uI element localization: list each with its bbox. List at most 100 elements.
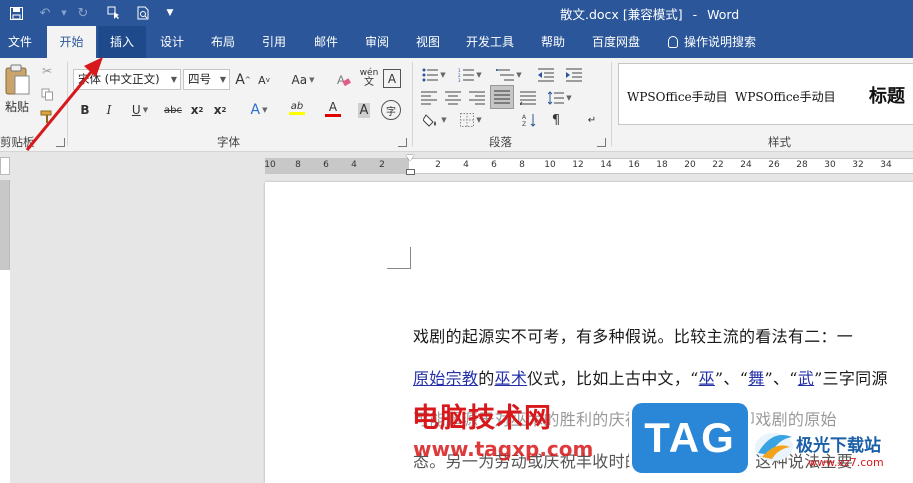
- vertical-ruler[interactable]: [0, 180, 10, 483]
- tab-view[interactable]: 视图: [408, 26, 448, 58]
- decrease-indent-icon[interactable]: [536, 65, 556, 85]
- tab-design[interactable]: 设计: [152, 26, 192, 58]
- print-preview-icon[interactable]: [132, 3, 154, 23]
- grow-font-icon: A: [235, 72, 245, 88]
- phonetic-guide-button[interactable]: wén 文: [359, 68, 379, 88]
- ruler-tick: 30: [824, 160, 836, 170]
- justify-icon[interactable]: [490, 85, 514, 109]
- ruler-tick: 12: [572, 160, 584, 170]
- tab-review[interactable]: 审阅: [357, 26, 397, 58]
- multilevel-list-button[interactable]: ▼: [492, 65, 526, 85]
- chevron-down-icon: ▼: [170, 75, 177, 84]
- shading-button[interactable]: ▼: [420, 110, 450, 130]
- underline-button[interactable]: U ▼: [125, 100, 155, 120]
- link-wu-shaman[interactable]: 巫: [699, 369, 715, 388]
- redo-icon[interactable]: ↻: [72, 3, 94, 23]
- font-launcher[interactable]: [398, 138, 407, 147]
- copy-icon[interactable]: [38, 84, 56, 104]
- style-item-heading[interactable]: 标题: [869, 82, 905, 108]
- sort-icon[interactable]: AZ: [520, 110, 540, 130]
- align-center-icon[interactable]: [444, 88, 462, 108]
- align-left-icon[interactable]: [420, 88, 438, 108]
- ruler-tick: 18: [656, 160, 668, 170]
- link-witchcraft[interactable]: 巫术: [495, 369, 528, 388]
- paragraph-launcher[interactable]: [597, 138, 606, 147]
- borders-button[interactable]: ▼: [456, 110, 486, 130]
- link-primitive-religion[interactable]: 原始宗教: [413, 369, 478, 388]
- ruler-tick: 14: [600, 160, 612, 170]
- tell-me-search[interactable]: 操作说明搜索: [660, 26, 764, 58]
- paste-label[interactable]: 粘贴: [2, 96, 32, 116]
- increase-indent-icon[interactable]: [564, 65, 584, 85]
- paste-icon[interactable]: [2, 63, 32, 97]
- enclose-characters-icon: 字: [386, 106, 396, 118]
- first-line-indent-icon[interactable]: [406, 155, 414, 161]
- link-wu-martial[interactable]: 武: [798, 369, 814, 388]
- bold-button[interactable]: B: [77, 100, 93, 120]
- ruler-tick: 24: [740, 160, 752, 170]
- superscript-button[interactable]: x2: [212, 100, 228, 120]
- text-run: ”三字同源: [814, 369, 888, 388]
- text-run: 仪式，比如上古中文，“: [527, 369, 699, 388]
- tab-file[interactable]: 文件: [0, 26, 40, 58]
- tab-developer[interactable]: 开发工具: [458, 26, 522, 58]
- style-item-1[interactable]: WPSOffice手动目: [627, 88, 728, 105]
- styles-gallery[interactable]: WPSOffice手动目 WPSOffice手动目 标题: [618, 63, 913, 125]
- text-run: ”、“: [764, 369, 798, 388]
- tab-references[interactable]: 引用: [254, 26, 294, 58]
- clear-formatting-icon[interactable]: A: [335, 70, 353, 90]
- ribbon-tabs: 文件 开始 插入 设计 布局 引用 邮件 审阅 视图 开发工具 帮助 百度网盘 …: [0, 26, 913, 58]
- font-name-select[interactable]: 宋体 (中文正文) ▼: [73, 69, 181, 90]
- char-shading-button[interactable]: A: [355, 100, 373, 120]
- distributed-icon[interactable]: [519, 88, 537, 108]
- subscript-button[interactable]: x2: [189, 100, 205, 120]
- align-right-icon[interactable]: [468, 88, 486, 108]
- svg-text:A: A: [337, 73, 345, 87]
- link-wu-dance[interactable]: 舞: [748, 369, 764, 388]
- svg-text:A: A: [522, 114, 527, 121]
- character-border-button[interactable]: A: [383, 69, 401, 88]
- tab-insert[interactable]: 插入: [98, 26, 146, 58]
- strikethrough-icon: abc: [164, 104, 182, 116]
- strikethrough-button[interactable]: abc: [162, 100, 184, 120]
- shrink-font-icon: A: [258, 73, 266, 87]
- font-color-icon: A: [328, 99, 338, 114]
- paragraph-line-2[interactable]: 原始宗教的巫术仪式，比如上古中文，“巫”、“舞”、“武”三字同源: [413, 365, 888, 389]
- text-effects-button[interactable]: A ▼: [243, 100, 275, 120]
- change-case-button[interactable]: Aa ▼: [286, 70, 320, 90]
- clipboard-launcher[interactable]: [56, 138, 65, 147]
- indent-marker[interactable]: [406, 155, 415, 182]
- ruler-tick: 28: [796, 160, 808, 170]
- font-color-button[interactable]: A: [317, 98, 349, 118]
- chinese-layout-icon[interactable]: ↵: [585, 110, 599, 130]
- font-group-label: 字体: [217, 135, 240, 149]
- enclose-characters-button[interactable]: 字: [381, 100, 401, 120]
- chevron-down-icon: ▼: [219, 75, 226, 84]
- horizontal-ruler[interactable]: 10 8 6 4 2 2 4 6 8 10 12 14 16 18 20 22 …: [264, 158, 913, 174]
- tab-mailings[interactable]: 邮件: [306, 26, 346, 58]
- italic-button[interactable]: I: [101, 100, 117, 120]
- cut-icon[interactable]: ✂: [38, 61, 56, 81]
- line-spacing-button[interactable]: ▼: [545, 88, 575, 108]
- bullets-button[interactable]: ▼: [419, 65, 449, 85]
- shrink-font-button[interactable]: Av: [257, 70, 271, 90]
- ruler-tick: 6: [323, 160, 329, 170]
- font-size-select[interactable]: 四号 ▼: [183, 69, 230, 90]
- tab-home[interactable]: 开始: [47, 26, 96, 58]
- format-painter-icon[interactable]: [38, 107, 56, 127]
- highlight-button[interactable]: ab: [281, 98, 313, 118]
- customize-qat-icon[interactable]: ▼: [159, 3, 181, 23]
- touch-mode-icon[interactable]: [103, 3, 125, 23]
- style-item-2[interactable]: WPSOffice手动目: [735, 88, 836, 105]
- ruler-tick: 2: [379, 160, 385, 170]
- tab-layout[interactable]: 布局: [203, 26, 243, 58]
- grow-font-button[interactable]: A ^: [235, 70, 250, 90]
- tab-help[interactable]: 帮助: [533, 26, 573, 58]
- tab-baidu-netdisk[interactable]: 百度网盘: [584, 26, 648, 58]
- show-marks-icon[interactable]: ¶: [546, 110, 566, 130]
- left-indent-icon[interactable]: [406, 169, 415, 175]
- tab-selector[interactable]: [0, 157, 10, 175]
- save-icon[interactable]: [5, 3, 27, 23]
- paragraph-line-1[interactable]: 戏剧的起源实不可考，有多种假说。比较主流的看法有二：一: [413, 323, 853, 347]
- numbering-button[interactable]: 1 2 3 ▼: [455, 65, 485, 85]
